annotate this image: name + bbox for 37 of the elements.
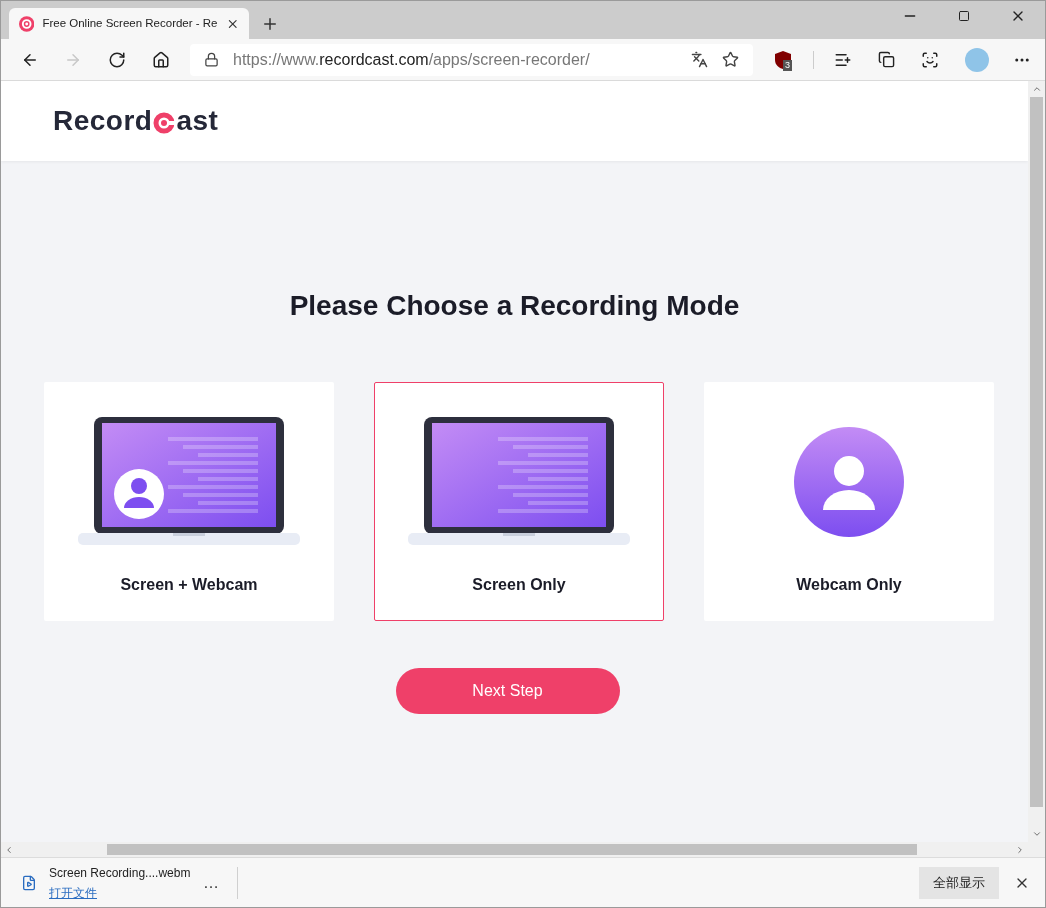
address-bar[interactable]: https://www.recordcast.com/apps/screen-recorder/ (190, 43, 753, 76)
favorite-star-icon[interactable] (722, 51, 739, 68)
extension-badge: 3 (783, 59, 792, 71)
more-options-button[interactable]: … (203, 870, 219, 895)
next-step-button[interactable]: Next Step (395, 668, 620, 714)
record-logo-icon (19, 15, 35, 32)
scroll-left-icon[interactable] (4, 844, 14, 855)
home-icon[interactable] (152, 50, 170, 69)
mode-card[interactable]: Webcam Only (704, 382, 994, 621)
person-icon (793, 426, 905, 538)
collections-icon[interactable] (878, 51, 895, 68)
mode-card[interactable]: Screen + Webcam (44, 382, 334, 621)
laptop-screen-icon (408, 417, 630, 547)
scroll-right-icon[interactable] (1015, 844, 1025, 855)
recordcast-logo[interactable]: Record ast (53, 100, 219, 142)
video-file-icon (21, 874, 37, 891)
scroll-up-icon[interactable] (1031, 84, 1042, 94)
open-file-link[interactable]: 打开文件 (49, 883, 199, 902)
show-all-button[interactable]: 全部显示 (919, 866, 999, 899)
mode-card[interactable]: Screen Only (374, 382, 664, 621)
scroll-down-icon[interactable] (1031, 829, 1042, 839)
mode-label: Screen + Webcam (120, 575, 258, 595)
new-tab-icon[interactable] (261, 15, 279, 33)
mode-label: Screen Only (472, 575, 566, 595)
mode-label: Webcam Only (796, 575, 902, 595)
url-text: https://www.recordcast.com/apps/screen-recorder/ (233, 49, 591, 70)
translate-icon[interactable] (691, 51, 708, 68)
vertical-scrollbar[interactable] (1030, 97, 1043, 807)
browser-tab[interactable]: Free Online Screen Recorder - Re (9, 8, 249, 39)
horizontal-scrollbar[interactable] (107, 844, 917, 855)
tab-title: Free Online Screen Recorder - Re (42, 15, 218, 31)
lock-icon (204, 52, 219, 67)
reload-icon[interactable] (108, 50, 126, 69)
maximize-icon[interactable] (958, 10, 970, 22)
download-filename: Screen Recording....webm (49, 864, 192, 882)
laptop-webcam-icon (78, 417, 300, 547)
page-heading: Please Choose a Recording Mode (288, 289, 741, 323)
